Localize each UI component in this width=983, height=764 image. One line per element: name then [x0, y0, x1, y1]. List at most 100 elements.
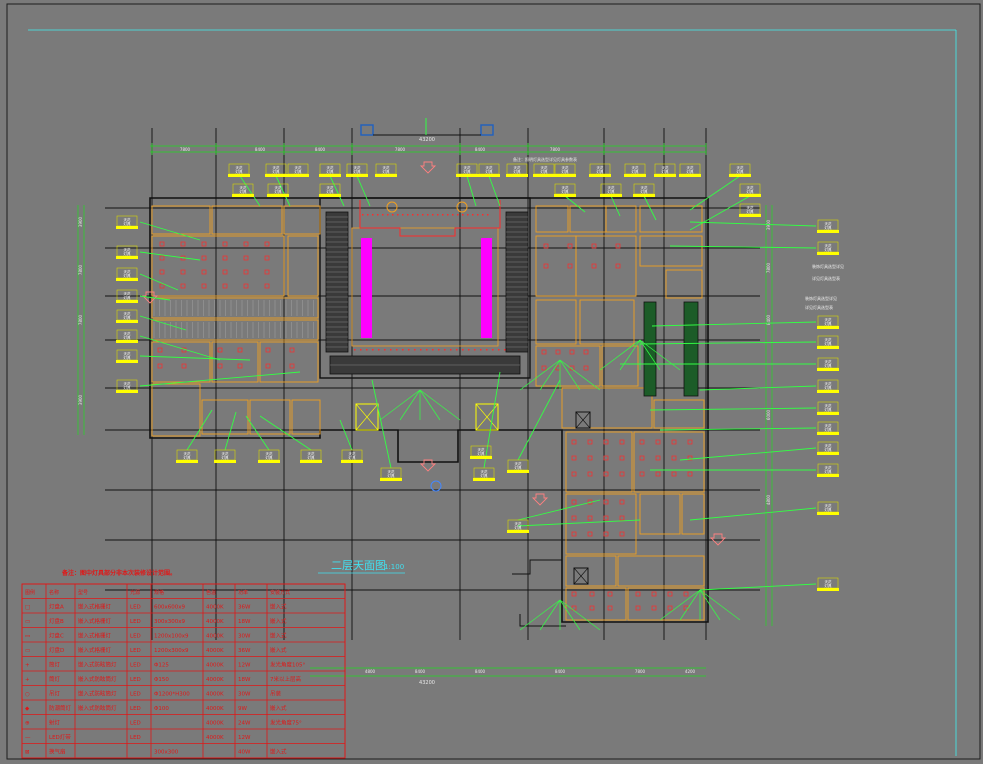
fixture-tag-line2: 灯具: [124, 251, 131, 256]
downlight: [442, 214, 444, 216]
downlight: [417, 214, 419, 216]
legend-cell: 筒灯: [49, 661, 61, 669]
fixture-tag-bar: [258, 460, 280, 463]
fixture-tag-bar: [116, 360, 138, 363]
dim-text-top: 8400: [255, 147, 266, 152]
fixture-tag-line2: 灯具: [641, 189, 649, 194]
fixture-tag-bar: [319, 174, 341, 177]
fixture-tag-line2: 灯具: [275, 189, 283, 194]
fixture-tag-bar: [300, 460, 322, 463]
dim-text-bottom: 8400: [555, 669, 566, 674]
legend-cell: 嵌入式: [270, 603, 287, 611]
legend-cell: 嵌入式防眩筒灯: [78, 704, 117, 712]
fixture-tag-bar: [817, 346, 839, 349]
fixture-tag-line2: 灯具: [562, 169, 570, 174]
legend-cell: LED: [130, 735, 141, 741]
fixture-tag-bar: [319, 194, 341, 197]
annotation-right-b: 装饰灯具选型详见: [805, 295, 837, 301]
legend-cell: 4000K: [206, 619, 224, 625]
downlight: [426, 349, 428, 351]
legend-cell: 嵌入式格栅灯: [78, 632, 112, 640]
fixture-tag-line2: 灯具: [327, 189, 335, 194]
legend-cell: 嵌入式: [270, 704, 287, 712]
dim-text-left: 7800: [78, 314, 83, 325]
downlight: [414, 349, 416, 351]
legend-cell: 36W: [238, 605, 251, 611]
downlight: [472, 214, 474, 216]
dim-text-bottom: 4200: [685, 669, 696, 674]
fixture-tag-line2: 灯具: [825, 407, 833, 412]
legend-cell: 4000K: [206, 634, 224, 640]
fixture-tag-line2: 灯具: [825, 341, 833, 346]
downlight: [382, 214, 384, 216]
dim-text-left: 3900: [78, 216, 83, 227]
legend-cell: 18W: [238, 619, 251, 625]
annotation-right-c: 详见灯具选型表: [805, 304, 833, 310]
fixture-tag-bar: [375, 174, 397, 177]
fixture-tag-line2: 灯具: [687, 169, 695, 174]
legend-cell: 30W: [238, 634, 251, 640]
dim-text-top: 7800: [180, 147, 191, 152]
fixture-tag-bar: [478, 174, 500, 177]
fixture-tag-bar: [214, 460, 236, 463]
downlight: [362, 214, 364, 216]
dim-text-bottom: 7800: [635, 669, 646, 674]
legend-cell: Φ1200*H300: [154, 692, 190, 698]
fixture-tag-line2: 灯具: [747, 209, 755, 214]
downlight: [452, 214, 454, 216]
downlight: [447, 214, 449, 216]
fixture-tag-line2: 灯具: [515, 465, 523, 470]
dim-text-bottom: 4800: [365, 669, 376, 674]
fixture-tag-line2: 灯具: [825, 225, 833, 230]
fixture-tag-bar: [507, 470, 529, 473]
legend-cell: —: [25, 735, 31, 741]
fixture-tag-bar: [554, 194, 576, 197]
legend-cell: LED: [130, 634, 141, 640]
fixture-tag-line2: 灯具: [184, 455, 191, 460]
fixture-tag-line2: 灯具: [383, 169, 391, 174]
legend-header-cell: 规格: [154, 589, 164, 596]
legend-header-cell: 安装方式: [270, 589, 290, 596]
downlight: [468, 349, 470, 351]
legend-cell: 1200x100x9: [154, 634, 189, 640]
downlight: [396, 349, 398, 351]
fixture-tag-bar: [470, 456, 492, 459]
fixture-tag-bar: [116, 340, 138, 343]
plan-title: 二层天面图: [331, 559, 386, 572]
fixture-tag-bar: [589, 174, 611, 177]
downlight: [402, 214, 404, 216]
fixture-tag-line2: 灯具: [124, 335, 131, 340]
legend-cell: 吊灯: [49, 690, 61, 698]
downlight: [427, 214, 429, 216]
fixture-tag-line2: 灯具: [514, 169, 522, 174]
downlight: [387, 214, 389, 216]
downlight: [482, 214, 484, 216]
legend-header-cell: 名称: [49, 589, 59, 596]
downlight: [360, 349, 362, 351]
fixture-tag-line2: 灯具: [308, 455, 316, 460]
legend-cell: 4000K: [206, 706, 224, 712]
fixture-tag-line2: 灯具: [486, 169, 494, 174]
downlight: [477, 214, 479, 216]
downlight: [504, 349, 506, 351]
fixture-tag-bar: [739, 194, 761, 197]
fixture-tag-bar: [817, 252, 839, 255]
legend-header-cell: 光源: [130, 589, 140, 596]
downlight: [392, 214, 394, 216]
fixture-tag-line2: 灯具: [222, 455, 229, 460]
fixture-tag-bar: [817, 390, 839, 393]
fixture-tag-bar: [116, 226, 138, 229]
fixture-tag-line2: 灯具: [481, 473, 489, 478]
fixture-tag-line2: 灯具: [349, 455, 357, 460]
fixture-tag-bar: [679, 174, 701, 177]
fixture-tag-line2: 灯具: [608, 189, 616, 194]
legend-cell: 4000K: [206, 692, 224, 698]
fixture-tag-bar: [116, 390, 138, 393]
fixture-tag-bar: [739, 214, 761, 217]
legend-header-cell: 型号: [78, 589, 88, 596]
fixture-tag-line2: 灯具: [825, 469, 833, 474]
fixture-tag-bar: [228, 174, 250, 177]
legend-header-cell: 图例: [25, 589, 35, 596]
fixture-tag-line2: 灯具: [295, 169, 303, 174]
downlight: [390, 349, 392, 351]
